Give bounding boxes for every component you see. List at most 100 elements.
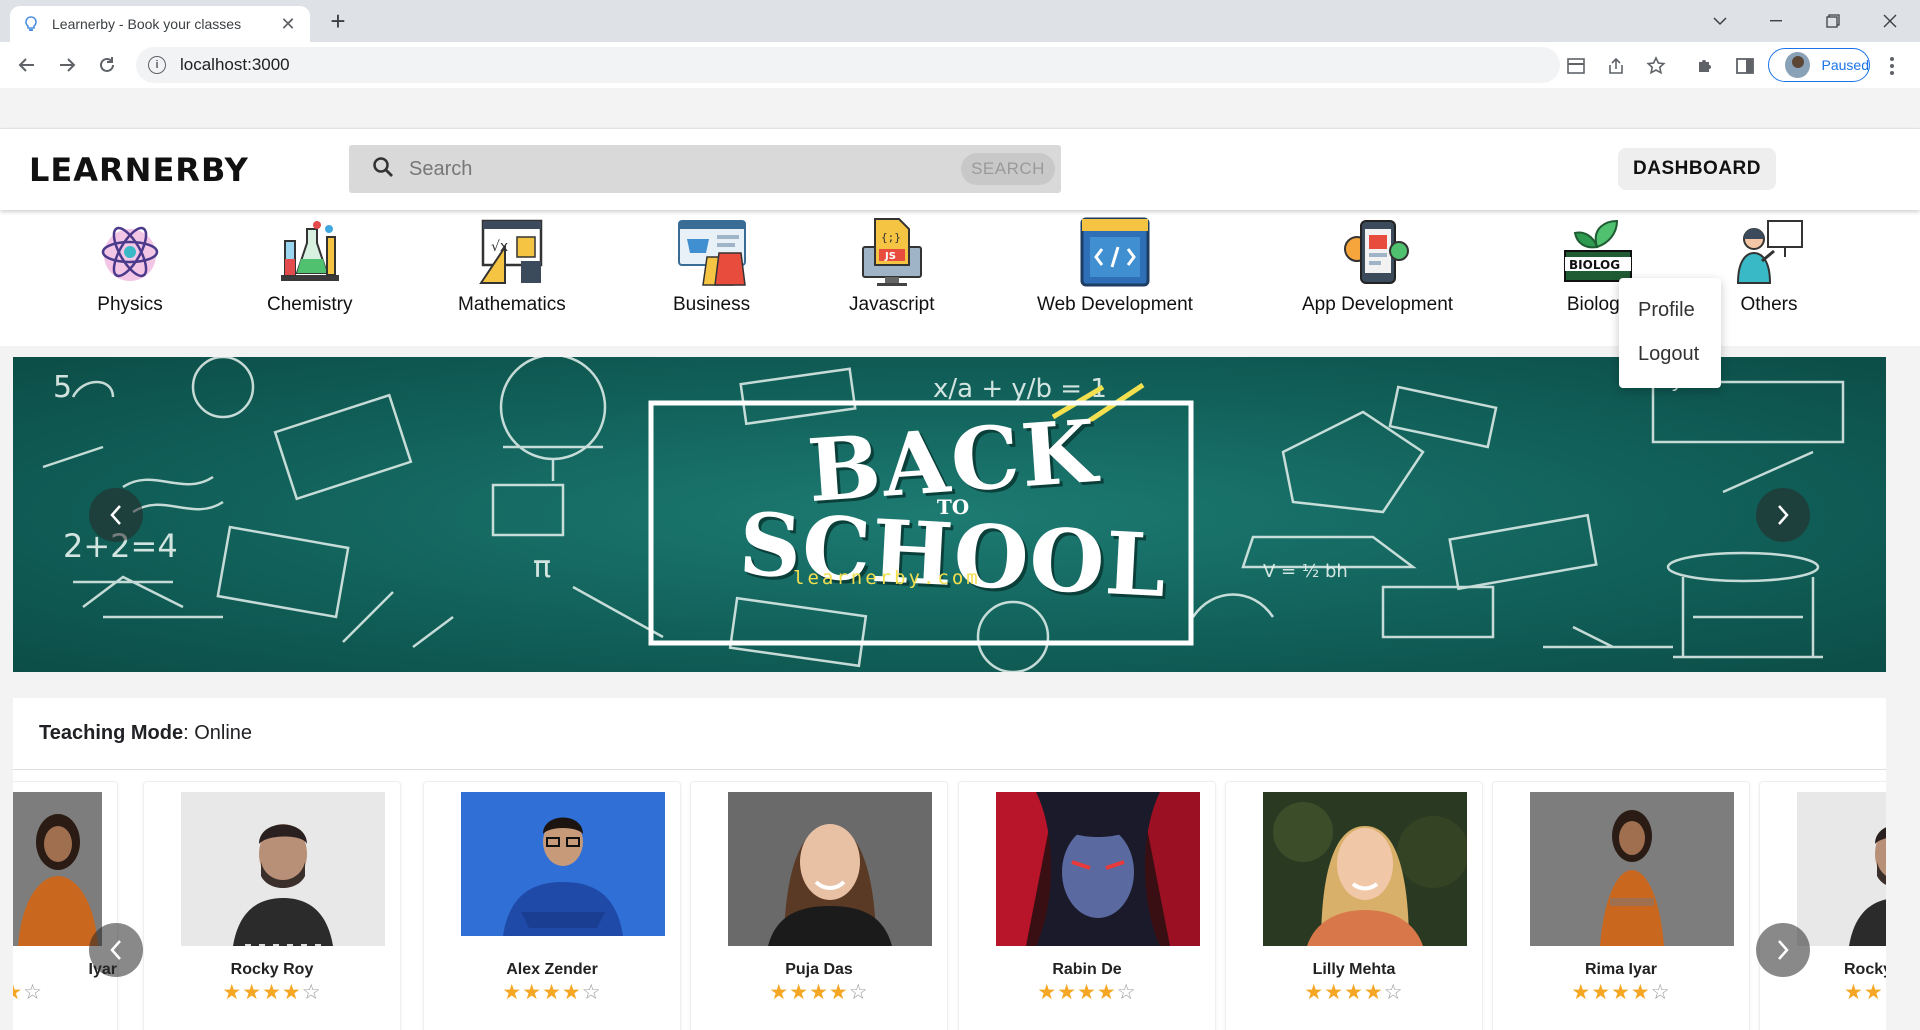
teachers-section: Teaching Mode : Online Iyar ★★☆ Rocky Ro… bbox=[13, 698, 1886, 1030]
address-bar[interactable]: i localhost:3000 bbox=[136, 47, 1560, 83]
mobile-app-icon bbox=[1342, 216, 1414, 288]
teacher-rating: ★★★★☆ bbox=[1304, 981, 1404, 1004]
svg-text:5: 5 bbox=[53, 370, 72, 405]
page-viewport: LEARNERBY SEARCH DASHBOARD Profile Logou… bbox=[0, 88, 1920, 1030]
site-logo[interactable]: LEARNERBY bbox=[29, 151, 249, 189]
teacher-carousel: Iyar ★★☆ Rocky Roy ★★★★☆ Alex Zender ★★★… bbox=[13, 771, 1886, 1030]
svg-text:BIOLOG: BIOLOG bbox=[1569, 258, 1620, 272]
browser-menu-icon[interactable] bbox=[1882, 56, 1902, 76]
share-icon[interactable] bbox=[1605, 55, 1627, 77]
teachers-prev-button[interactable] bbox=[89, 923, 143, 977]
back-arrow-icon[interactable] bbox=[12, 50, 42, 80]
teacher-rating: ★★★★☆ bbox=[769, 981, 869, 1004]
teacher-rating: ★★★★☆ bbox=[1037, 981, 1137, 1004]
new-tab-button[interactable]: + bbox=[324, 8, 352, 34]
search-input[interactable] bbox=[409, 157, 949, 181]
banner-headline-school: SCHOOL bbox=[736, 493, 1170, 618]
category-label: Business bbox=[673, 294, 751, 315]
teacher-photo bbox=[1263, 792, 1467, 946]
search-icon bbox=[371, 155, 395, 184]
reader-mode-icon[interactable] bbox=[1565, 55, 1587, 77]
extensions-puzzle-icon[interactable] bbox=[1694, 55, 1716, 77]
teacher-card[interactable]: Rocky Roy ★★★★☆ bbox=[143, 781, 401, 1030]
teacher-photo bbox=[1797, 792, 1886, 946]
teacher-photo bbox=[181, 792, 385, 946]
banner-prev-button[interactable] bbox=[89, 488, 143, 542]
browser-toolbar: i localhost:3000 Paused bbox=[0, 42, 1920, 88]
dashboard-dropdown-menu: Profile Logout bbox=[1619, 278, 1721, 388]
js-file-icon: {;} JS bbox=[856, 216, 928, 288]
teacher-name: Alex Zender bbox=[506, 961, 598, 978]
teacher-card[interactable]: Lilly Mehta ★★★★☆ bbox=[1225, 781, 1483, 1030]
profile-status: Paused bbox=[1821, 57, 1869, 73]
category-label: Others bbox=[1740, 294, 1798, 315]
reload-icon[interactable] bbox=[92, 50, 122, 80]
svg-text:{;}: {;} bbox=[881, 231, 901, 244]
category-mathematics[interactable]: √x Mathematics bbox=[458, 216, 566, 316]
category-physics[interactable]: Physics bbox=[94, 216, 166, 316]
site-info-icon[interactable]: i bbox=[148, 56, 166, 74]
category-business[interactable]: Business bbox=[673, 216, 750, 316]
teacher-board-icon bbox=[1733, 216, 1805, 288]
teacher-photo bbox=[728, 792, 932, 946]
svg-text:π: π bbox=[533, 550, 551, 585]
teacher-name: Puja Das bbox=[785, 961, 853, 978]
shopping-icon bbox=[676, 216, 748, 288]
search-button[interactable]: SEARCH bbox=[961, 153, 1055, 185]
profile-button[interactable]: Paused bbox=[1768, 48, 1870, 82]
search-bar: SEARCH bbox=[349, 145, 1061, 193]
category-others[interactable]: Others bbox=[1733, 216, 1805, 316]
forward-arrow-icon[interactable] bbox=[52, 50, 82, 80]
teacher-card[interactable]: Rocky ★★ bbox=[1759, 781, 1886, 1030]
teacher-card[interactable]: Alex Zender ★★★★☆ bbox=[423, 781, 681, 1030]
category-app-development[interactable]: App Development bbox=[1302, 216, 1453, 316]
teacher-photo bbox=[13, 792, 102, 946]
browser-tab-active[interactable]: Learnerby - Book your classes ✕ bbox=[10, 6, 310, 42]
category-chemistry[interactable]: Chemistry bbox=[267, 216, 353, 316]
teacher-card[interactable]: Rabin De ★★★★☆ bbox=[958, 781, 1216, 1030]
dropdown-item-logout[interactable]: Logout bbox=[1619, 332, 1721, 376]
teacher-card[interactable]: Iyar ★★☆ bbox=[13, 781, 118, 1030]
restore-window-button[interactable] bbox=[1805, 0, 1861, 42]
tab-search-chevron-icon[interactable] bbox=[1692, 0, 1748, 42]
teacher-rating: ★★★★☆ bbox=[502, 981, 602, 1004]
side-panel-icon[interactable] bbox=[1734, 55, 1756, 77]
site-header: LEARNERBY SEARCH DASHBOARD bbox=[0, 128, 1920, 210]
teacher-photo bbox=[461, 792, 665, 946]
dropdown-item-profile[interactable]: Profile bbox=[1619, 288, 1721, 332]
teacher-rating: ★★☆ bbox=[13, 981, 43, 1004]
teacher-rating: ★★★★☆ bbox=[1571, 981, 1671, 1004]
teacher-photo bbox=[1530, 792, 1734, 946]
teaching-mode-row: Teaching Mode : Online bbox=[13, 698, 1886, 770]
math-board-icon: √x bbox=[476, 216, 548, 288]
close-tab-icon[interactable]: ✕ bbox=[278, 14, 298, 35]
category-web-development[interactable]: Web Development bbox=[1037, 216, 1193, 316]
category-label: Mathematics bbox=[458, 294, 566, 315]
category-label: App Development bbox=[1302, 294, 1454, 315]
tab-title: Learnerby - Book your classes bbox=[52, 16, 242, 32]
svg-text:JS: JS bbox=[884, 251, 896, 262]
teacher-name: Rocky Roy bbox=[230, 961, 314, 978]
minimize-window-button[interactable] bbox=[1748, 0, 1804, 42]
dashboard-button[interactable]: DASHBOARD bbox=[1618, 148, 1776, 190]
address-url: localhost:3000 bbox=[180, 55, 290, 74]
teachers-next-button[interactable] bbox=[1756, 923, 1810, 977]
teacher-name: Lilly Mehta bbox=[1312, 961, 1396, 978]
banner-site-text: learnerby.com bbox=[793, 567, 981, 589]
teacher-card[interactable]: Rima Iyar ★★★★☆ bbox=[1492, 781, 1750, 1030]
teacher-rating: ★★★★☆ bbox=[222, 981, 322, 1004]
teacher-rating: ★★ bbox=[1844, 981, 1884, 1004]
banner-next-button[interactable] bbox=[1756, 488, 1810, 542]
teacher-name: Rima Iyar bbox=[1584, 961, 1658, 978]
atom-icon bbox=[94, 216, 166, 288]
hero-banner-carousel: 5 2+2=4 x/a + y/b = 1 yes ! π V = ½ bh ?… bbox=[13, 357, 1886, 672]
teaching-mode-label: Teaching Mode bbox=[39, 722, 184, 744]
teacher-card[interactable]: Puja Das ★★★★☆ bbox=[690, 781, 948, 1030]
category-label: Physics bbox=[97, 294, 163, 315]
bookmark-star-icon[interactable] bbox=[1645, 55, 1667, 77]
svg-text:V = ½ bh: V = ½ bh bbox=[1263, 561, 1348, 582]
teacher-photo bbox=[996, 792, 1200, 946]
category-javascript[interactable]: {;} JS Javascript bbox=[849, 216, 935, 316]
favicon-icon bbox=[22, 15, 40, 33]
close-window-button[interactable] bbox=[1862, 0, 1918, 42]
